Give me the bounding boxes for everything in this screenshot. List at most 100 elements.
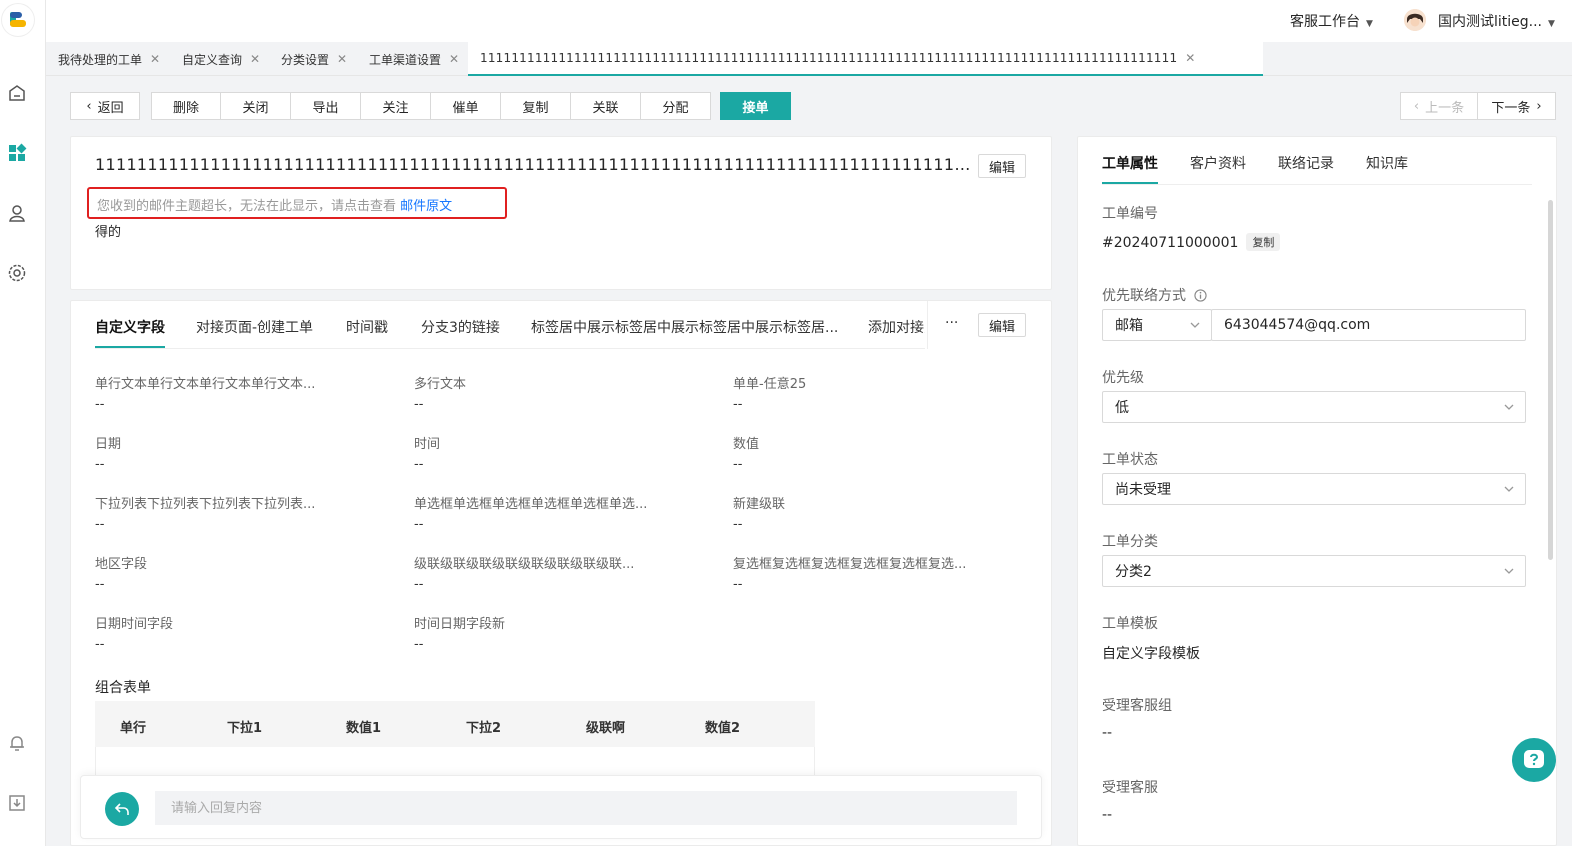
copy-ticket-no-button[interactable]: 复制 — [1246, 233, 1281, 251]
field-label: 单选框单选框单选框单选框单选框单选... — [414, 497, 648, 512]
urge-button[interactable]: 催单 — [430, 92, 501, 120]
back-label: 返回 — [97, 100, 124, 116]
close-icon[interactable]: ✕ — [337, 52, 347, 66]
close-label: 关闭 — [242, 100, 269, 116]
priority-select[interactable]: 低 — [1102, 391, 1526, 423]
category-label: 工单分类 — [1102, 534, 1158, 550]
tab-branch3-link[interactable]: 分支3的链接 — [421, 317, 500, 337]
back-button[interactable]: ‹ 返回 — [70, 92, 140, 120]
table-header: 下拉2 — [466, 721, 502, 736]
tab-knowledge-base[interactable]: 知识库 — [1366, 153, 1408, 173]
page-tab-current-ticket[interactable]: 1111111111111111111111111111111111111111… — [468, 42, 1263, 76]
export-button[interactable]: 导出 — [290, 92, 361, 120]
notice-text: 您收到的邮件主题超长，无法在此显示，请点击查看 — [97, 199, 397, 214]
table-header: 级联啊 — [586, 721, 626, 736]
field-value: -- — [414, 517, 424, 532]
tab-add-docking-page[interactable]: 添加对接页面 — [868, 317, 925, 337]
category-value: 分类2 — [1115, 564, 1152, 580]
user-menu[interactable]: 国内测试litieg... ▼ — [1438, 11, 1555, 31]
notification-bell-icon[interactable] — [6, 732, 28, 754]
contact-value-input[interactable]: 643044574@qq.com — [1211, 309, 1526, 341]
tab-contact-records[interactable]: 联络记录 — [1278, 153, 1334, 173]
workspace-switcher[interactable]: 客服工作台 ▼ — [1290, 11, 1373, 31]
page-tabs-bar: 我待处理的工单 ✕ 自定义查询 ✕ 分类设置 ✕ 工单渠道设置 ✕ 1111111111… — [46, 42, 1572, 76]
group-form-title: 组合表单 — [95, 680, 151, 696]
edit-fields-button[interactable]: 编辑 — [978, 313, 1027, 337]
status-select[interactable]: 尚未受理 — [1102, 473, 1526, 505]
close-icon[interactable]: ✕ — [449, 52, 459, 66]
field-label: 新建级联 — [733, 497, 786, 512]
field-label: 复选框复选框复选框复选框复选框复选... — [733, 557, 967, 572]
reply-icon[interactable] — [105, 792, 139, 826]
tab-label-center[interactable]: 标签居中展示标签居中展示标签居中展示标签居... — [531, 317, 838, 337]
field-value: -- — [414, 637, 424, 652]
right-tabs: 工单属性 客户资料 联络记录 知识库 — [1102, 137, 1532, 185]
edit-label: 编辑 — [989, 160, 1016, 176]
category-select[interactable]: 分类2 — [1102, 555, 1526, 587]
next-label: 下一条 — [1491, 100, 1531, 116]
reply-bar — [80, 775, 1042, 839]
field-label: 时间日期字段新 — [414, 617, 506, 632]
tab-docking-create-ticket[interactable]: 对接页面-创建工单 — [196, 317, 313, 337]
contact-value-text: 643044574@qq.com — [1224, 317, 1371, 333]
copy-button[interactable]: 复制 — [500, 92, 571, 120]
page-tab-my-tickets[interactable]: 我待处理的工单 ✕ — [58, 42, 160, 76]
page-tab-channel-settings[interactable]: 工单渠道设置 ✕ — [369, 42, 459, 76]
chevron-left-icon: ‹ — [86, 98, 92, 114]
field-value: -- — [95, 517, 105, 532]
assign-label: 分配 — [662, 100, 689, 116]
home-icon[interactable] — [6, 82, 28, 104]
tab-timestamp[interactable]: 时间戳 — [346, 317, 388, 337]
field-label: 数值 — [733, 437, 760, 452]
agent-value: -- — [1102, 807, 1113, 823]
next-button[interactable]: 下一条 › — [1477, 92, 1556, 120]
more-tabs-button[interactable]: ··· — [945, 315, 958, 331]
delete-button[interactable]: 删除 — [151, 92, 221, 120]
email-original-link[interactable]: 邮件原文 — [400, 199, 452, 214]
field-value: -- — [733, 577, 743, 592]
username-label: 国内测试litieg... — [1438, 14, 1543, 30]
priority-value: 低 — [1115, 400, 1129, 416]
close-ticket-button[interactable]: 关闭 — [220, 92, 291, 120]
page-tab-custom-query[interactable]: 自定义查询 ✕ — [182, 42, 260, 76]
follow-button[interactable]: 关注 — [360, 92, 431, 120]
status-label: 工单状态 — [1102, 452, 1158, 468]
table-header: 数值1 — [346, 721, 382, 736]
ticket-subject-card: 1111111111111111111111111111111111111111… — [70, 136, 1052, 290]
divider — [927, 301, 928, 349]
download-icon[interactable] — [6, 792, 28, 814]
field-label: 单单-任意25 — [733, 377, 807, 392]
scrollbar[interactable] — [1548, 200, 1553, 560]
copy-label: 复制 — [522, 100, 549, 116]
field-value: -- — [95, 397, 105, 412]
customer-icon[interactable] — [6, 202, 28, 224]
accept-ticket-button[interactable]: 接单 — [720, 92, 791, 120]
assign-button[interactable]: 分配 — [640, 92, 711, 120]
close-icon[interactable]: ✕ — [150, 52, 160, 66]
tab-ticket-properties[interactable]: 工单属性 — [1102, 153, 1158, 173]
avatar[interactable] — [1404, 9, 1426, 31]
chevron-left-icon: ‹ — [1413, 98, 1420, 114]
field-label: 单行文本单行文本单行文本单行文本... — [95, 377, 316, 392]
apps-icon[interactable] — [6, 142, 28, 164]
relate-button[interactable]: 关联 — [570, 92, 641, 120]
detail-tabs: 自定义字段 对接页面-创建工单 时间戳 分支3的链接 标签居中展示标签居中展示标… — [95, 301, 925, 349]
help-icon[interactable] — [1512, 738, 1556, 782]
field-label: 日期时间字段 — [95, 617, 174, 632]
app-logo[interactable] — [2, 4, 34, 36]
tab-customer-info[interactable]: 客户资料 — [1190, 153, 1246, 173]
contact-type-select[interactable]: 邮箱 — [1102, 309, 1212, 341]
settings-icon[interactable] — [6, 262, 28, 284]
prev-button[interactable]: ‹ 上一条 — [1400, 92, 1478, 120]
close-icon[interactable]: ✕ — [250, 52, 260, 66]
urge-label: 催单 — [452, 100, 479, 116]
reply-input[interactable] — [155, 791, 1017, 825]
edit-subject-button[interactable]: 编辑 — [978, 154, 1027, 178]
tab-custom-fields[interactable]: 自定义字段 — [95, 317, 165, 337]
agent-group-label: 受理客服组 — [1102, 698, 1172, 714]
page-tab-category-settings[interactable]: 分类设置 ✕ — [281, 42, 347, 76]
close-icon[interactable]: ✕ — [1185, 51, 1195, 65]
info-icon[interactable] — [1194, 289, 1208, 302]
priority-label: 优先级 — [1102, 370, 1144, 386]
top-bar: 客服工作台 ▼ 国内测试litieg... ▼ — [46, 0, 1572, 42]
